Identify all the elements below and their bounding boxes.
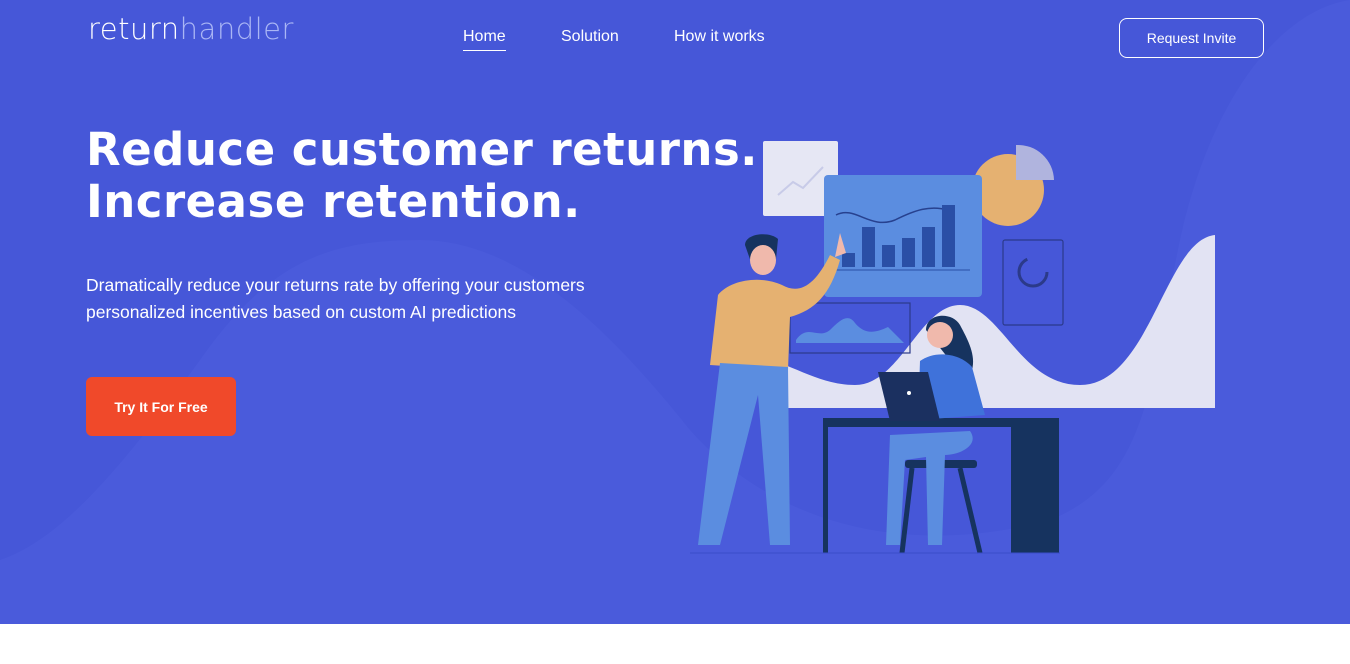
dashboard-bar <box>842 253 855 267</box>
hero-subtext: Dramatically reduce your returns rate by… <box>86 275 585 322</box>
donut-chart-icon <box>1017 256 1049 288</box>
nav-link-home[interactable]: Home <box>463 28 506 51</box>
hero-section: returnhandler Home Solution How it works… <box>0 0 1350 624</box>
dashboard-bar <box>902 238 915 267</box>
dashboard-bar <box>942 205 955 267</box>
man-head <box>750 245 776 275</box>
man-legs <box>698 363 790 545</box>
logo-text-handler: handler <box>179 12 294 46</box>
nav-link-solution[interactable]: Solution <box>561 28 619 50</box>
headline-line-2: Increase retention. <box>86 175 581 228</box>
woman-legs <box>886 431 973 545</box>
analytics-team-illustration <box>690 141 1215 554</box>
headline-line-1: Reduce customer returns. <box>86 123 758 176</box>
donut-card <box>1002 239 1064 326</box>
request-invite-button[interactable]: Request Invite <box>1119 18 1264 58</box>
logo-text-return: return <box>88 12 180 46</box>
dashboard-panel <box>824 175 982 297</box>
desk-leg <box>823 418 828 553</box>
try-it-free-button[interactable]: Try It For Free <box>86 377 236 436</box>
nav-link-how-it-works[interactable]: How it works <box>674 28 765 50</box>
wave-chart-area <box>796 318 904 343</box>
desk-cabinet <box>1011 418 1059 553</box>
hero-headline: Reduce customer returns. Increase retent… <box>86 124 758 228</box>
dashboard-bar <box>922 227 935 267</box>
dashboard-bar <box>862 227 875 267</box>
woman-head <box>927 322 953 348</box>
pie-slice <box>1016 144 1054 180</box>
logo[interactable]: returnhandler <box>88 12 294 46</box>
dashboard-bar <box>882 245 895 267</box>
